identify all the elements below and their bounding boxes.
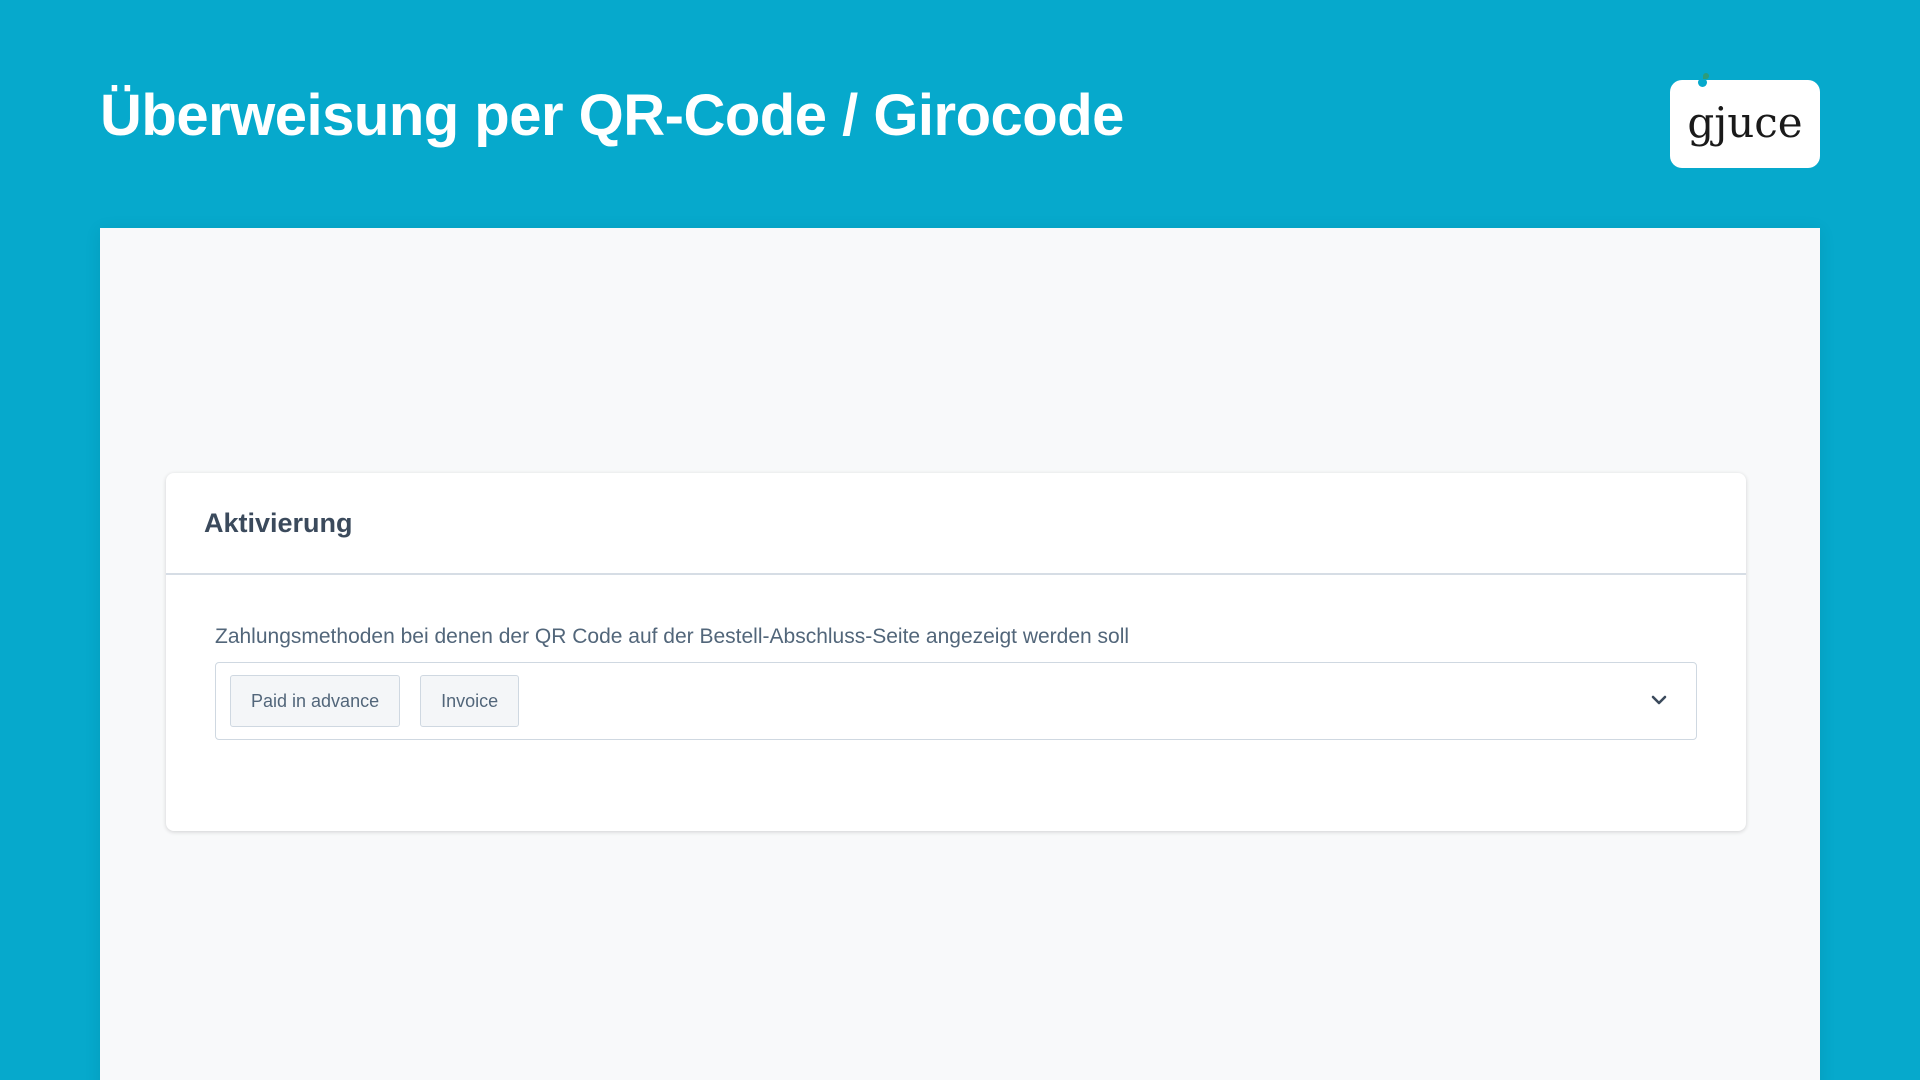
logo-text: gjuce (1687, 97, 1803, 147)
card-title: Aktivierung (204, 507, 353, 538)
settings-panel: Aktivierung Zahlungsmethoden bei denen d… (100, 228, 1820, 1080)
chevron-down-icon[interactable] (1648, 689, 1670, 711)
page: Überweisung per QR-Code / Girocode gjuce… (0, 0, 1920, 1080)
activation-card: Aktivierung Zahlungsmethoden bei denen d… (166, 473, 1746, 831)
selected-tag-paid-in-advance[interactable]: Paid in advance (230, 675, 401, 727)
payment-methods-label: Zahlungsmethoden bei denen der QR Code a… (215, 625, 1130, 648)
gjuce-logo-icon (1698, 73, 1709, 87)
payment-methods-multiselect[interactable]: Paid in advance Invoice (215, 662, 1697, 740)
card-body: Zahlungsmethoden bei denen der QR Code a… (166, 575, 1746, 740)
selected-tag-invoice[interactable]: Invoice (420, 675, 520, 727)
brand-logo: gjuce (1670, 73, 1820, 168)
page-title: Überweisung per QR-Code / Girocode (100, 83, 1124, 148)
card-header: Aktivierung (166, 473, 1746, 575)
